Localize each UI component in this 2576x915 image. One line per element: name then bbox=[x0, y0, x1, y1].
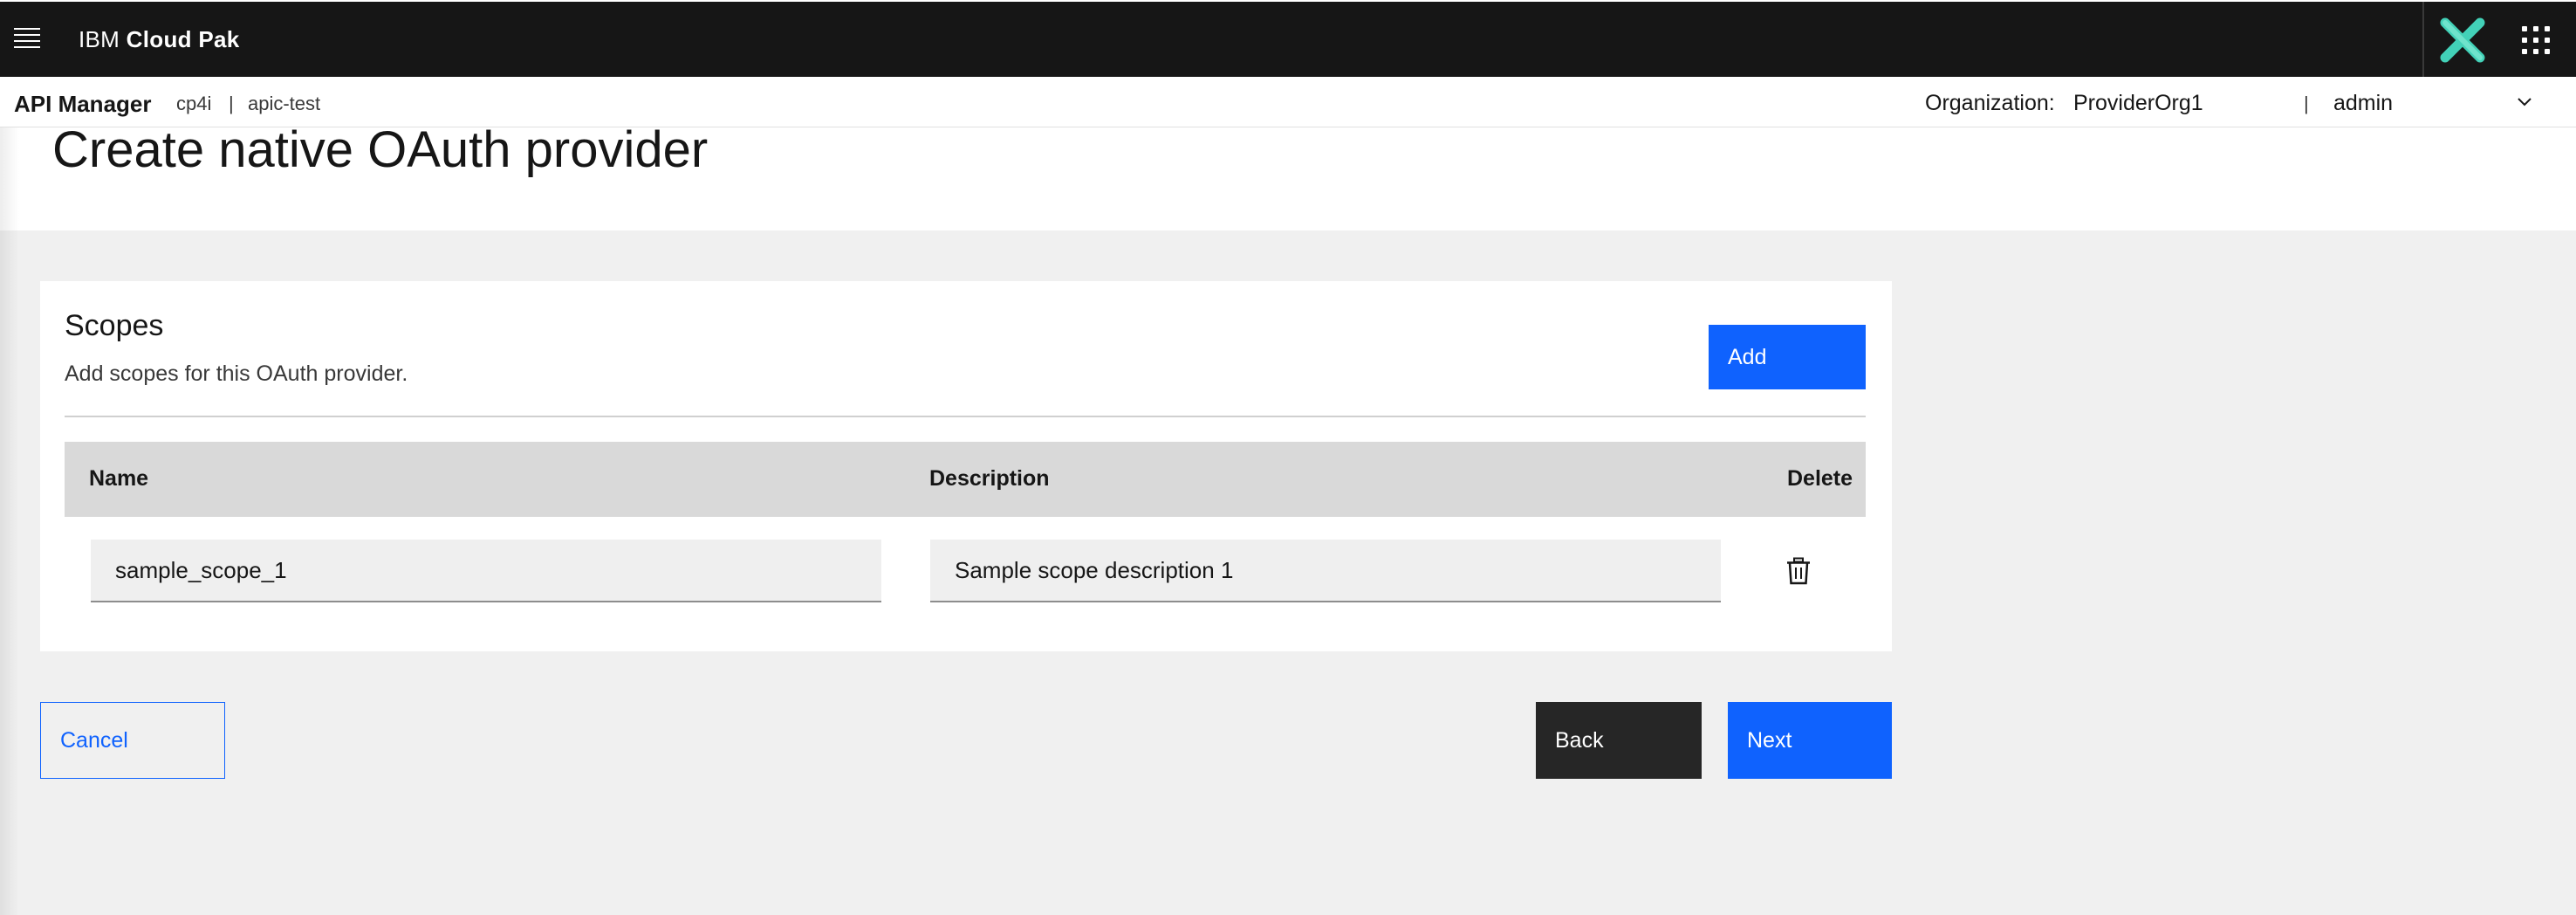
scope-description-input[interactable] bbox=[930, 540, 1721, 602]
scopes-card: Scopes Add scopes for this OAuth provide… bbox=[40, 281, 1892, 651]
column-header-delete: Delete bbox=[1787, 466, 1853, 491]
table-header: Name Description Delete bbox=[65, 442, 1866, 517]
chevron-down-icon[interactable] bbox=[2517, 94, 2532, 110]
product-brand[interactable]: IBM Cloud Pak bbox=[79, 26, 240, 53]
page-header: Create native OAuth provider bbox=[0, 121, 2576, 230]
organization-label: Organization: bbox=[1925, 91, 2055, 115]
left-edge-shadow bbox=[0, 127, 19, 915]
hamburger-menu-icon[interactable] bbox=[14, 28, 40, 49]
scope-name-input[interactable] bbox=[91, 540, 881, 602]
scopes-description: Add scopes for this OAuth provider. bbox=[65, 361, 408, 386]
add-scope-button[interactable]: Add bbox=[1709, 325, 1866, 389]
user-menu[interactable]: admin bbox=[2333, 91, 2393, 116]
topbar-divider bbox=[2422, 2, 2424, 79]
organization-selector[interactable]: ProviderOrg1 bbox=[2073, 91, 2203, 116]
app-switcher-grid-icon[interactable] bbox=[2522, 26, 2550, 54]
breadcrumb-namespace: cp4i bbox=[176, 93, 212, 114]
brand-prefix: IBM bbox=[79, 26, 120, 52]
top-navigation-bar: IBM Cloud Pak bbox=[0, 0, 2576, 79]
page-title: Create native OAuth provider bbox=[52, 121, 709, 178]
breadcrumb-instance: apic-test bbox=[248, 93, 321, 114]
scopes-title: Scopes bbox=[65, 309, 164, 342]
brand-name: Cloud Pak bbox=[126, 26, 240, 52]
header-separator: | bbox=[2304, 93, 2309, 114]
column-header-name: Name bbox=[89, 466, 149, 491]
divider bbox=[65, 416, 1866, 417]
cancel-button[interactable]: Cancel bbox=[40, 702, 225, 779]
x-logo-icon bbox=[2440, 17, 2485, 63]
app-name[interactable]: API Manager bbox=[14, 91, 152, 118]
back-button[interactable]: Back bbox=[1536, 702, 1702, 779]
trash-icon[interactable] bbox=[1785, 557, 1812, 585]
breadcrumb-separator: | bbox=[229, 93, 234, 114]
next-button[interactable]: Next bbox=[1728, 702, 1892, 779]
column-header-description: Description bbox=[929, 466, 1050, 491]
